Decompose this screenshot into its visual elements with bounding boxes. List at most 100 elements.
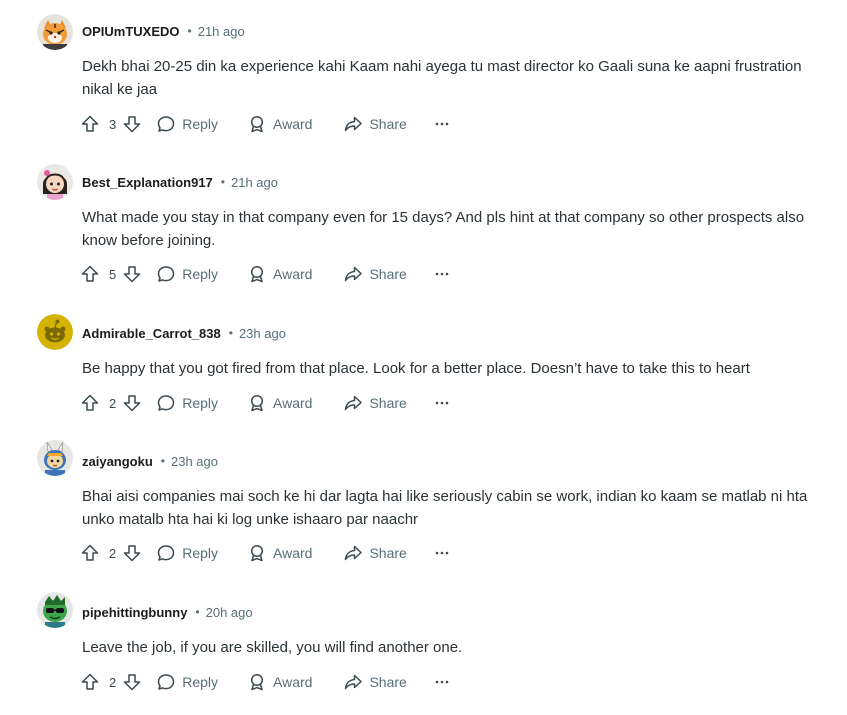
reply-button[interactable]: Reply <box>156 393 218 413</box>
comment-actions: 2 Reply Award Share <box>80 670 450 694</box>
more-options-icon[interactable] <box>434 116 450 132</box>
vote-controls: 2 <box>80 672 142 692</box>
award-label: Award <box>273 674 313 690</box>
reply-label: Reply <box>182 116 219 132</box>
username[interactable]: pipehittingbunny <box>82 605 187 620</box>
comment-body-line: unko matalb hta hai ki log unke ishaaro … <box>82 511 419 528</box>
comment-body: Dekh bhai 20-25 din ka experience kahi K… <box>82 55 842 101</box>
upvote-icon[interactable] <box>80 393 100 413</box>
comment-meta: Best_Explanation917 • 21h ago <box>82 172 278 192</box>
reply-bubble-icon <box>157 116 175 132</box>
default-snoo-avatar[interactable] <box>37 314 73 350</box>
comment-thread: OPIUmTUXEDO • 21h ago Dekh bhai 20-25 di… <box>0 0 847 715</box>
vote-controls: 2 <box>80 393 142 413</box>
vote-score: 2 <box>109 545 117 561</box>
vote-score: 2 <box>109 395 117 411</box>
downvote-icon[interactable] <box>122 393 142 413</box>
comment-body-line: Leave the job, if you are skilled, you w… <box>82 639 463 656</box>
share-label: Share <box>369 266 407 282</box>
share-arrow-icon <box>345 266 363 282</box>
share-label: Share <box>369 674 407 690</box>
meta-separator: • <box>220 175 225 189</box>
downvote-icon[interactable] <box>122 672 142 692</box>
timestamp[interactable]: 23h ago <box>171 454 218 469</box>
downvote-icon[interactable] <box>122 264 142 284</box>
upvote-icon[interactable] <box>80 264 100 284</box>
share-button[interactable]: Share <box>343 393 407 413</box>
tiger-avatar[interactable] <box>37 14 73 50</box>
comment-body-line: Dekh bhai 20-25 din ka experience kahi K… <box>82 58 802 75</box>
reply-button[interactable]: Reply <box>156 672 218 692</box>
comment-actions: 3 Reply Award Share <box>80 112 450 136</box>
meta-separator: • <box>228 326 233 340</box>
sunglasses-avatar[interactable] <box>37 592 73 628</box>
timestamp[interactable]: 21h ago <box>231 175 278 190</box>
award-icon <box>250 673 264 691</box>
upvote-icon[interactable] <box>80 114 100 134</box>
reply-label: Reply <box>182 674 219 690</box>
upvote-icon[interactable] <box>80 543 100 563</box>
reply-label: Reply <box>182 395 219 411</box>
reply-button[interactable]: Reply <box>156 264 218 284</box>
comment-body: What made you stay in that company even … <box>82 206 842 252</box>
comment-actions: 5 Reply Award Share <box>80 262 450 286</box>
reply-bubble-icon <box>157 545 175 561</box>
comment-body-line: Be happy that you got fired from that pl… <box>82 360 750 377</box>
reply-bubble-icon <box>157 395 175 411</box>
meta-separator: • <box>187 24 192 38</box>
downvote-icon[interactable] <box>122 543 142 563</box>
award-label: Award <box>273 545 313 561</box>
share-button[interactable]: Share <box>343 672 407 692</box>
vote-score: 3 <box>109 116 117 132</box>
username[interactable]: zaiyangoku <box>82 454 153 469</box>
comment-body-line: What made you stay in that company even … <box>82 209 805 226</box>
comment-body-line: Bhai aisi companies mai soch ke hi dar l… <box>82 488 808 505</box>
bunny-avatar[interactable] <box>37 440 73 476</box>
comment-body: Bhai aisi companies mai soch ke hi dar l… <box>82 485 842 531</box>
meta-separator: • <box>160 454 165 468</box>
share-button[interactable]: Share <box>343 264 407 284</box>
reply-bubble-icon <box>157 266 175 282</box>
comment-body-line: know before joining. <box>82 232 216 249</box>
more-options-icon[interactable] <box>434 395 450 411</box>
share-label: Share <box>369 545 407 561</box>
share-label: Share <box>369 116 407 132</box>
reply-label: Reply <box>182 545 219 561</box>
award-icon <box>250 115 264 133</box>
username[interactable]: Admirable_Carrot_838 <box>82 326 221 341</box>
comment-body: Be happy that you got fired from that pl… <box>82 357 842 380</box>
comment-body: Leave the job, if you are skilled, you w… <box>82 636 842 659</box>
award-button[interactable]: Award <box>247 114 312 134</box>
award-button[interactable]: Award <box>247 393 312 413</box>
comment-meta: Admirable_Carrot_838 • 23h ago <box>82 323 286 343</box>
award-button[interactable]: Award <box>247 543 312 563</box>
share-arrow-icon <box>345 395 363 411</box>
vote-score: 2 <box>109 674 117 690</box>
more-options-icon[interactable] <box>434 266 450 282</box>
username[interactable]: OPIUmTUXEDO <box>82 24 180 39</box>
timestamp[interactable]: 23h ago <box>239 326 286 341</box>
more-options-icon[interactable] <box>434 674 450 690</box>
reply-button[interactable]: Reply <box>156 114 218 134</box>
share-button[interactable]: Share <box>343 114 407 134</box>
share-arrow-icon <box>345 674 363 690</box>
reply-button[interactable]: Reply <box>156 543 218 563</box>
more-options-icon[interactable] <box>434 545 450 561</box>
username[interactable]: Best_Explanation917 <box>82 175 213 190</box>
upvote-icon[interactable] <box>80 672 100 692</box>
award-button[interactable]: Award <box>247 672 312 692</box>
comment-body-line: nikal ke jaa <box>82 81 158 98</box>
award-label: Award <box>273 395 313 411</box>
share-button[interactable]: Share <box>343 543 407 563</box>
comment-actions: 2 Reply Award Share <box>80 541 450 565</box>
downvote-icon[interactable] <box>122 114 142 134</box>
timestamp[interactable]: 20h ago <box>206 605 253 620</box>
award-button[interactable]: Award <box>247 264 312 284</box>
vote-controls: 5 <box>80 264 142 284</box>
comment-meta: zaiyangoku • 23h ago <box>82 451 218 471</box>
award-label: Award <box>273 116 313 132</box>
girl-avatar[interactable] <box>37 164 73 200</box>
share-label: Share <box>369 395 407 411</box>
timestamp[interactable]: 21h ago <box>198 24 245 39</box>
award-label: Award <box>273 266 313 282</box>
